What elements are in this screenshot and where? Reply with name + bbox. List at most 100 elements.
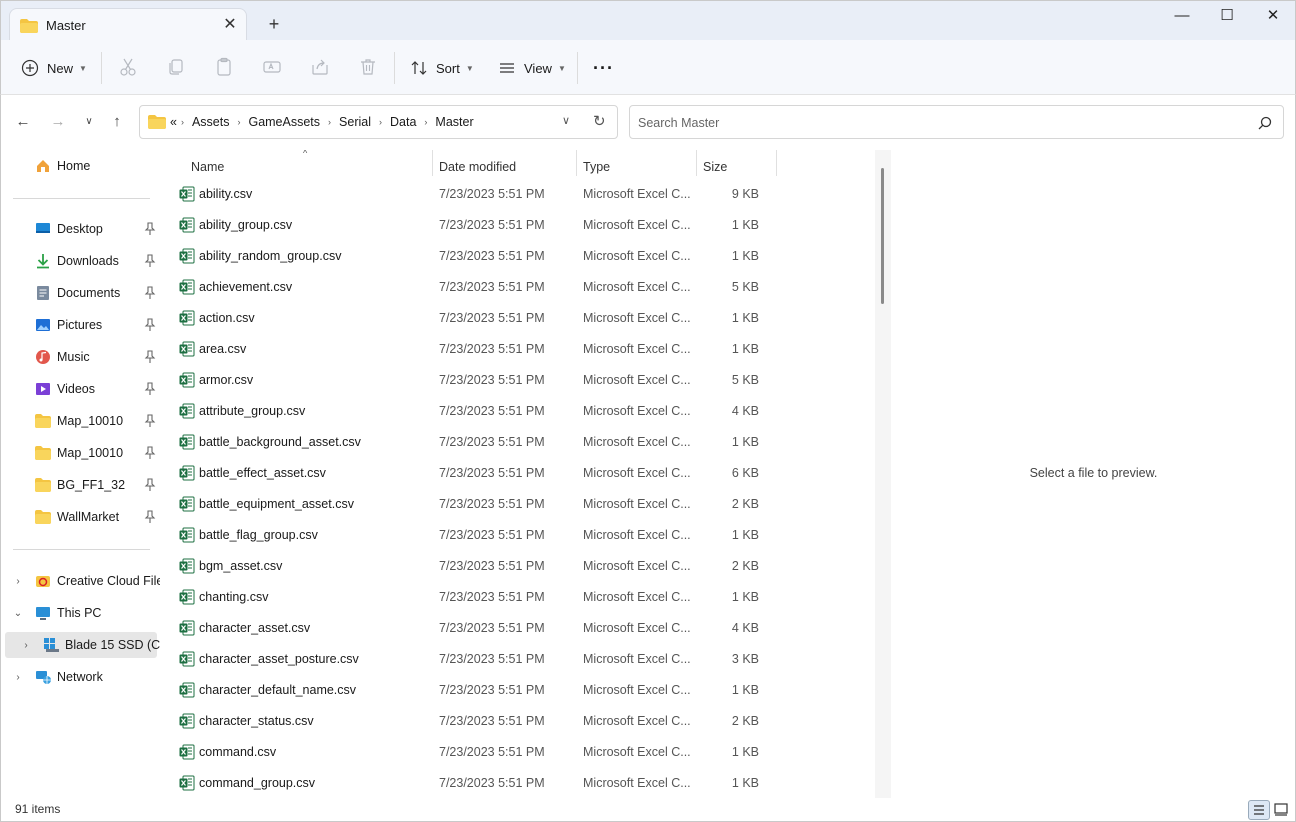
sidebar-item-videos[interactable]: Videos: [1, 376, 159, 402]
pin-icon[interactable]: [144, 478, 156, 492]
sidebar-item-home[interactable]: Home: [1, 153, 159, 179]
sidebar-item-pictures[interactable]: Pictures: [1, 312, 159, 338]
cut-icon[interactable]: [118, 57, 138, 77]
file-date-modified: 7/23/2023 5:51 PM: [439, 776, 545, 790]
column-divider[interactable]: [696, 150, 697, 176]
file-row[interactable]: ability_group.csv 7/23/2023 5:51 PM Micr…: [170, 210, 770, 240]
sidebar-item-bg-ff1-32[interactable]: BG_FF1_32: [1, 472, 159, 498]
file-row[interactable]: area.csv 7/23/2023 5:51 PM Microsoft Exc…: [170, 334, 770, 364]
view-button[interactable]: View ▼: [498, 54, 566, 82]
scrollbar-thumb[interactable]: [881, 168, 884, 304]
file-row[interactable]: character_default_name.csv 7/23/2023 5:5…: [170, 675, 770, 705]
minimize-button[interactable]: —: [1159, 1, 1205, 33]
sidebar-item-downloads[interactable]: Downloads: [1, 248, 159, 274]
file-row[interactable]: bgm_asset.csv 7/23/2023 5:51 PM Microsof…: [170, 551, 770, 581]
tab-close-icon[interactable]: ✕: [220, 15, 240, 35]
pin-icon[interactable]: [144, 254, 156, 268]
search-box[interactable]: [629, 105, 1284, 139]
pin-icon[interactable]: [144, 350, 156, 364]
rename-icon[interactable]: [262, 57, 282, 77]
sidebar-item-label: Blade 15 SSD (C:): [65, 638, 160, 652]
back-arrow-icon[interactable]: ←: [12, 111, 34, 133]
sidebar-item-creative-cloud[interactable]: › Creative Cloud Files: [1, 568, 160, 594]
column-header-size[interactable]: Size: [703, 155, 727, 179]
file-row[interactable]: battle_effect_asset.csv 7/23/2023 5:51 P…: [170, 458, 770, 488]
sidebar-item-desktop[interactable]: Desktop: [1, 216, 159, 242]
file-row[interactable]: command_group.csv 7/23/2023 5:51 PM Micr…: [170, 768, 770, 798]
copy-icon[interactable]: [166, 57, 186, 77]
pin-icon[interactable]: [144, 510, 156, 524]
file-row[interactable]: character_asset.csv 7/23/2023 5:51 PM Mi…: [170, 613, 770, 643]
file-row[interactable]: ability.csv 7/23/2023 5:51 PM Microsoft …: [170, 179, 770, 209]
maximize-button[interactable]: ☐: [1204, 1, 1250, 33]
breadcrumb-serial[interactable]: Serial: [331, 115, 379, 129]
tiles-view-toggle[interactable]: [1271, 800, 1293, 820]
file-row[interactable]: action.csv 7/23/2023 5:51 PM Microsoft E…: [170, 303, 770, 333]
column-header-name[interactable]: Name: [191, 155, 224, 179]
paste-icon[interactable]: [214, 57, 234, 77]
chevron-right-icon[interactable]: ›: [11, 672, 25, 683]
column-divider[interactable]: [576, 150, 577, 176]
sidebar-item-map-10010[interactable]: Map_10010: [1, 440, 159, 466]
pin-icon[interactable]: [144, 382, 156, 396]
file-row[interactable]: chanting.csv 7/23/2023 5:51 PM Microsoft…: [170, 582, 770, 612]
close-button[interactable]: ✕: [1250, 1, 1296, 33]
up-arrow-icon[interactable]: ↑: [106, 111, 128, 133]
breadcrumb-overflow[interactable]: «: [170, 115, 181, 129]
new-tab-button[interactable]: +: [263, 13, 285, 35]
column-divider[interactable]: [432, 150, 433, 176]
file-row[interactable]: character_asset_posture.csv 7/23/2023 5:…: [170, 644, 770, 674]
pin-icon[interactable]: [144, 222, 156, 236]
recent-locations-chevron-icon[interactable]: ∨: [78, 111, 100, 133]
chevron-right-icon[interactable]: ›: [19, 640, 33, 651]
file-row[interactable]: character_status.csv 7/23/2023 5:51 PM M…: [170, 706, 770, 736]
sidebar-item-this-pc[interactable]: ⌄ This PC: [1, 600, 159, 626]
search-input[interactable]: [638, 114, 1238, 132]
file-row[interactable]: battle_equipment_asset.csv 7/23/2023 5:5…: [170, 489, 770, 519]
pin-icon[interactable]: [144, 446, 156, 460]
pin-icon[interactable]: [144, 414, 156, 428]
search-icon[interactable]: [1258, 116, 1272, 130]
delete-icon[interactable]: [358, 57, 378, 77]
file-row[interactable]: armor.csv 7/23/2023 5:51 PM Microsoft Ex…: [170, 365, 770, 395]
sidebar-item-drive-c[interactable]: › Blade 15 SSD (C:): [5, 632, 160, 658]
breadcrumb-assets[interactable]: Assets: [184, 115, 238, 129]
file-size: 2 KB: [731, 559, 759, 573]
chevron-right-icon[interactable]: ›: [11, 576, 25, 587]
new-button[interactable]: New ▼: [21, 54, 87, 82]
column-divider[interactable]: [776, 150, 777, 176]
tab-master[interactable]: Master ✕: [9, 8, 247, 42]
file-row[interactable]: battle_flag_group.csv 7/23/2023 5:51 PM …: [170, 520, 770, 550]
sidebar-item-music[interactable]: Music: [1, 344, 159, 370]
sort-button[interactable]: Sort ▼: [410, 54, 474, 82]
breadcrumb-gameassets[interactable]: GameAssets: [240, 115, 328, 129]
sidebar-item-wallmarket[interactable]: WallMarket: [1, 504, 159, 530]
more-options-button[interactable]: ···: [593, 54, 614, 82]
sidebar-item-map-10010[interactable]: Map_10010: [1, 408, 159, 434]
divider: [394, 52, 395, 84]
pin-icon[interactable]: [144, 318, 156, 332]
details-view-toggle[interactable]: [1248, 800, 1270, 820]
file-type: Microsoft Excel C...: [583, 373, 691, 387]
address-history-chevron-icon[interactable]: ∨: [562, 114, 570, 127]
refresh-icon[interactable]: ↻: [593, 112, 606, 130]
sidebar-item-network[interactable]: › Network: [1, 664, 159, 690]
file-row[interactable]: achievement.csv 7/23/2023 5:51 PM Micros…: [170, 272, 770, 302]
file-row[interactable]: attribute_group.csv 7/23/2023 5:51 PM Mi…: [170, 396, 770, 426]
file-row[interactable]: ability_random_group.csv 7/23/2023 5:51 …: [170, 241, 770, 271]
address-bar[interactable]: « › Assets › GameAssets › Serial › Data …: [139, 105, 618, 139]
forward-arrow-icon[interactable]: →: [47, 111, 69, 133]
column-header-type[interactable]: Type: [583, 155, 610, 179]
file-row[interactable]: command.csv 7/23/2023 5:51 PM Microsoft …: [170, 737, 770, 767]
column-header-date[interactable]: Date modified: [439, 155, 516, 179]
file-row[interactable]: battle_background_asset.csv 7/23/2023 5:…: [170, 427, 770, 457]
breadcrumb-master[interactable]: Master: [427, 115, 481, 129]
chevron-down-icon[interactable]: ⌄: [11, 608, 25, 619]
vertical-scrollbar[interactable]: [875, 150, 891, 798]
share-icon[interactable]: [310, 57, 330, 77]
sidebar-item-documents[interactable]: Documents: [1, 280, 159, 306]
file-date-modified: 7/23/2023 5:51 PM: [439, 435, 545, 449]
pin-icon[interactable]: [144, 286, 156, 300]
file-type: Microsoft Excel C...: [583, 311, 691, 325]
breadcrumb-data[interactable]: Data: [382, 115, 424, 129]
